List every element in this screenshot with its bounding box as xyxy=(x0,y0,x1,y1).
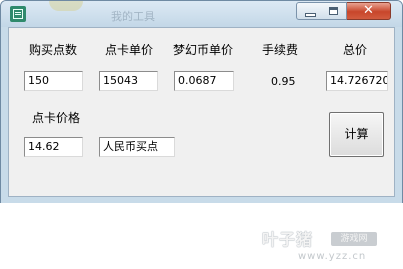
watermark-badge: 游戏网 xyxy=(331,232,377,246)
title-bar: 我的工具 ✕ xyxy=(1,1,402,27)
minimize-button[interactable] xyxy=(296,2,322,20)
purchase-points-label: 购买点数 xyxy=(29,43,78,57)
watermark-url: www.yzz.cn xyxy=(298,251,367,262)
total-price-label: 总价 xyxy=(343,43,368,57)
close-icon: ✕ xyxy=(363,3,374,18)
card-unit-price-input[interactable]: 15043 xyxy=(99,71,158,91)
calculate-button[interactable]: 计算 xyxy=(329,112,384,157)
fee-value: 0.95 xyxy=(271,75,296,88)
window-title: 我的工具 xyxy=(111,10,155,23)
coin-unit-price-label: 梦幻币单价 xyxy=(173,43,234,57)
app-icon[interactable] xyxy=(10,6,26,22)
card-unit-price-label: 点卡单价 xyxy=(105,43,154,57)
total-price-field[interactable]: 14.7267209 xyxy=(326,71,388,91)
maximize-icon xyxy=(329,7,338,15)
background-icon xyxy=(49,1,83,11)
watermark-logo: 叶子猪 xyxy=(262,230,314,249)
card-price-label: 点卡价格 xyxy=(32,111,81,125)
client-area: 购买点数 点卡单价 梦幻币单价 手续费 总价 150 15043 0.0687 … xyxy=(8,27,395,197)
maximize-button[interactable] xyxy=(321,2,347,20)
purchase-points-input[interactable]: 150 xyxy=(24,71,83,91)
rmb-points-field[interactable]: 人民币买点 xyxy=(99,137,175,157)
close-button[interactable]: ✕ xyxy=(347,2,391,20)
minimize-icon xyxy=(305,13,316,17)
card-price-field[interactable]: 14.62 xyxy=(24,137,83,157)
fee-label: 手续费 xyxy=(262,43,299,57)
coin-unit-price-input[interactable]: 0.0687 xyxy=(174,71,234,91)
